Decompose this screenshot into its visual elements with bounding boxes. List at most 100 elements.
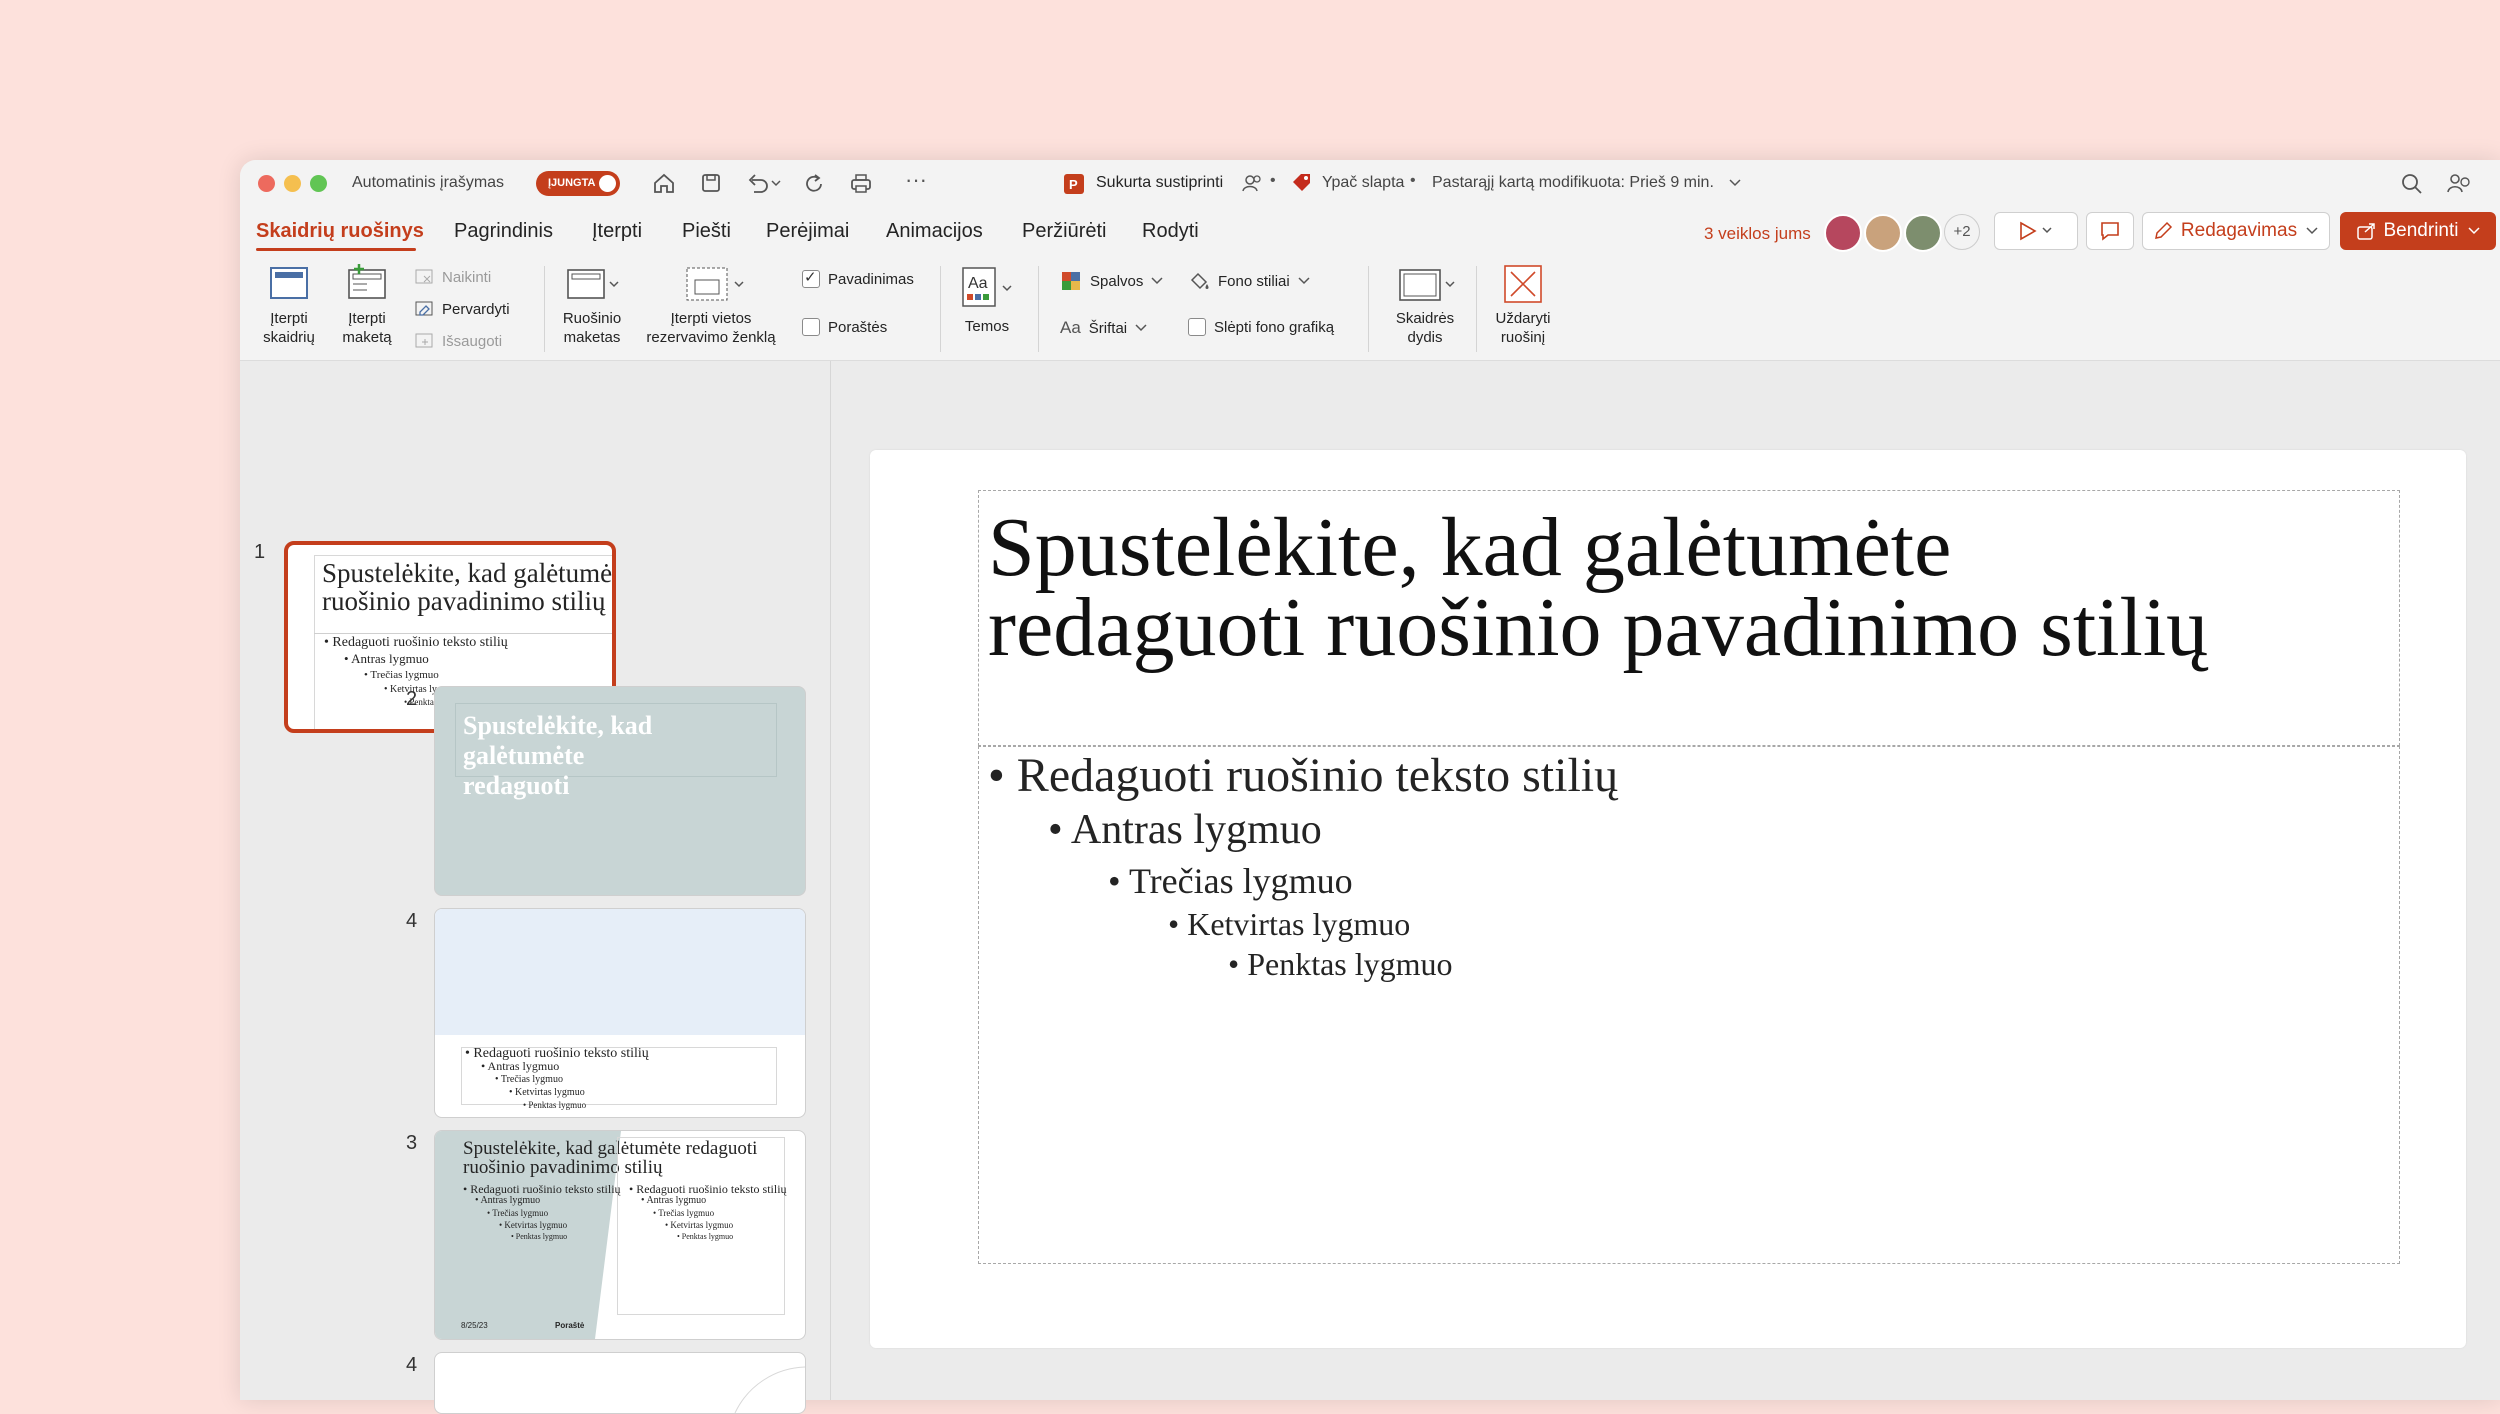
comments-button[interactable] [2086,212,2134,250]
preserve-button[interactable]: Išsaugoti [414,332,502,350]
sensitivity-label-icon [1293,174,1310,191]
thumbnail-layout[interactable]: Spustelėkite, kad galėtumėte redaguoti [434,686,806,896]
avatar[interactable] [1864,214,1902,252]
share-button[interactable]: Bendrinti [2340,212,2496,250]
slide-canvas[interactable]: Spustelėkite, kad galėtumėte redaguoti r… [870,450,2466,1348]
insert-layout-label: Įterpti maketą [342,310,392,346]
redo-icon[interactable] [802,172,826,196]
bullet-level-1: • Redaguoti ruošinio teksto stilių [324,635,508,650]
layout-icon [348,264,386,299]
thumbnail-footer-date: 8/25/23 [461,1321,488,1330]
master-layout-icon [567,269,619,299]
print-icon[interactable] [848,172,874,194]
fonts-button[interactable]: Aa Šriftai [1060,318,1147,338]
bullet-level-5: • Penktas lygmuo [677,1232,734,1241]
ribbon-separator [1368,266,1369,352]
hide-background-checkbox-box[interactable] [1188,318,1206,336]
tab-insert[interactable]: Įterpti [592,220,642,243]
ribbon-separator [1476,266,1477,352]
thumbnail-layout[interactable]: Spustelėkite, kad galėtumėte redaguoti r… [434,1130,806,1340]
delete-button[interactable]: Naikinti [414,268,491,286]
delete-slide-icon [415,269,433,284]
bullet-level-3[interactable]: • Trečias lygmuo [1108,860,1353,902]
autosave-toggle[interactable]: ĮJUNGTA [536,171,620,196]
tab-review[interactable]: Peržiūrėti [1022,220,1106,243]
tab-home[interactable]: Pagrindinis [454,220,553,243]
minimize-window-button[interactable] [284,175,301,192]
tab-view[interactable]: Rodyti [1142,220,1199,243]
bullet-level-1[interactable]: • Redaguoti ruošinio teksto stilių [988,748,1618,803]
colors-button[interactable]: Spalvos [1060,270,1163,292]
share-label: Bendrinti [2383,220,2459,241]
title-checkbox[interactable]: Pavadinimas [802,268,914,288]
present-button[interactable] [1994,212,2078,250]
thumbnail-number: 1 [254,541,266,563]
thumbnail-layout[interactable] [434,1352,806,1414]
insert-layout-button[interactable]: Įterpti maketą [332,264,402,347]
close-window-button[interactable] [258,175,275,192]
bullet-level-2[interactable]: • Antras lygmuo [1048,806,1322,854]
home-icon[interactable] [652,172,676,194]
title-checkbox-box[interactable] [802,268,820,288]
paint-bucket-icon [1190,272,1209,290]
powerpoint-logo-icon: P [1064,174,1084,194]
bullet-level-4[interactable]: • Ketvirtas lygmuo [1168,906,1410,943]
tab-draw[interactable]: Piešti [682,220,731,243]
shared-people-icon [1242,175,1261,192]
colors-label: Spalvos [1090,272,1144,290]
slide-title[interactable]: Spustelėkite, kad galėtumėte redaguoti r… [988,506,2208,670]
avatar[interactable] [1824,214,1862,252]
footers-checkbox[interactable]: Poraštės [802,318,887,336]
rename-icon [415,301,433,316]
rename-button[interactable]: Pervardyti [414,300,510,318]
master-layout-button[interactable]: Ruošinio maketas [552,264,632,347]
tab-slide-master[interactable]: Skaidrių ruošinys [256,220,424,243]
insert-placeholder-button[interactable]: Įterpti vietos rezervavimo ženklą [636,264,786,347]
preserve-icon [415,333,433,348]
document-name[interactable]: Sukurta sustiprinti [1096,174,1223,192]
hide-background-checkbox[interactable]: Slėpti fono grafiką [1188,318,1334,336]
chevron-down-icon[interactable] [1728,178,1742,188]
maximize-window-button[interactable] [310,175,327,192]
more-collaborators-badge[interactable]: +2 [1944,214,1980,250]
pencil-icon [2154,221,2172,239]
more-options-icon[interactable]: ··· [905,167,927,193]
last-modified[interactable]: Pastarąjį kartą modifikuota: Prieš 9 min… [1432,174,1714,192]
sensitivity-label[interactable]: Ypač slapta [1322,174,1404,192]
save-icon[interactable] [700,172,722,194]
editing-mode-button[interactable]: Redagavimas [2142,212,2330,250]
close-master-label: Uždaryti ruošinį [1495,310,1551,346]
thumbnail-footer-text: Poraštė [555,1321,585,1330]
footers-checkbox-box[interactable] [802,318,820,336]
account-icon[interactable] [2446,172,2472,196]
tab-transitions[interactable]: Perėjimai [766,220,849,243]
thumbnail-divider [314,633,612,634]
insert-slide-master-button[interactable]: Įterpti skaidrių [254,264,324,347]
close-master-icon [1504,265,1542,303]
avatar[interactable] [1904,214,1942,252]
delete-label: Naikinti [442,268,492,286]
undo-icon[interactable] [746,172,782,194]
ribbon-separator [1038,266,1039,352]
search-icon[interactable] [2400,172,2424,196]
autosave-label: Automatinis įrašymas [352,174,505,191]
close-master-view-button[interactable]: Uždaryti ruošinį [1488,264,1558,347]
thumbnail-layout[interactable]: • Redaguoti ruošinio teksto stilių • Ant… [434,908,806,1118]
slide-size-button[interactable]: Skaidrės dydis [1380,264,1470,347]
editing-label: Redagavimas [2180,220,2298,241]
bullet-level-5[interactable]: • Penktas lygmuo [1228,946,1453,983]
dot-separator: • [1410,172,1416,189]
bullet-level-4: • Ketvirtas lygmuo [499,1220,568,1230]
insert-placeholder-label: Įterpti vietos rezervavimo ženklą [646,310,776,346]
tab-animations[interactable]: Animacijos [886,220,983,243]
svg-text:Aa: Aa [968,275,988,292]
themes-button[interactable]: Aa Temos [952,264,1022,336]
bullet-level-3: • Trečias lygmuo [364,669,439,681]
colors-icon [1062,272,1080,290]
dot-separator: • [1270,172,1276,189]
chevron-down-icon [1298,277,1310,285]
preserve-label: Išsaugoti [442,332,503,350]
background-styles-button[interactable]: Fono stiliai [1188,270,1310,292]
title-checkbox-label: Pavadinimas [828,270,914,288]
activity-link[interactable]: 3 veiklos jums [1704,224,1811,244]
